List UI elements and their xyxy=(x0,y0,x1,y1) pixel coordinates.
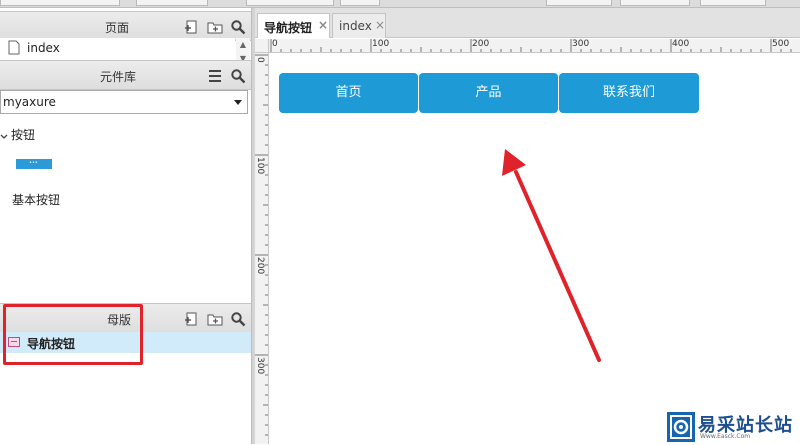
align-buttons[interactable] xyxy=(546,0,612,6)
category-label: 按钮 xyxy=(11,128,36,142)
chevron-down-icon xyxy=(0,129,8,139)
library-select[interactable]: myaxure xyxy=(0,90,248,114)
layout-buttons[interactable] xyxy=(620,0,690,6)
font-size-select[interactable] xyxy=(340,0,380,6)
vertical-ruler-ticks xyxy=(255,54,268,436)
watermark: 易采站长站 Www.Easck.Com xyxy=(664,410,800,444)
ruler-label: 100 xyxy=(255,157,265,175)
ruler-label: 100 xyxy=(372,39,390,49)
ruler-label: 300 xyxy=(255,357,265,375)
add-page-icon[interactable] xyxy=(184,19,200,35)
ruler-corner xyxy=(255,39,269,53)
widget-label[interactable]: 基本按钮 xyxy=(12,191,60,208)
search-icon[interactable] xyxy=(230,311,246,327)
style-buttons[interactable] xyxy=(700,0,766,6)
ruler-label: 200 xyxy=(255,257,265,275)
widget-thumbnail-dots: ••• xyxy=(29,160,38,166)
nav-button-contact[interactable]: 联系我们 xyxy=(559,73,699,113)
search-icon[interactable] xyxy=(230,19,246,35)
ruler-label: 500 xyxy=(772,39,790,49)
close-icon[interactable]: × xyxy=(318,18,328,32)
chevron-down-icon xyxy=(234,100,242,105)
tab-index[interactable]: index × xyxy=(332,13,386,38)
horizontal-ruler-ticks xyxy=(270,39,792,52)
annotation-highlight-box xyxy=(3,304,143,365)
toolbar xyxy=(0,0,800,8)
pages-panel-title: 页面 xyxy=(105,21,130,35)
tab-label: index xyxy=(339,19,372,33)
toolbar-control[interactable] xyxy=(0,0,120,6)
horizontal-ruler: 0 100 200 300 400 500 xyxy=(269,39,800,53)
nav-button-home[interactable]: 首页 xyxy=(279,73,418,113)
font-family-select[interactable] xyxy=(136,0,208,6)
scroll-up-icon[interactable]: ▲ xyxy=(236,38,250,52)
menu-icon[interactable] xyxy=(207,68,223,84)
watermark-logo xyxy=(667,412,695,442)
search-icon[interactable] xyxy=(230,68,246,84)
ruler-label: 0 xyxy=(272,39,278,49)
ruler-label: 400 xyxy=(672,39,690,49)
page-tree-item[interactable]: index xyxy=(0,38,235,58)
font-style-select[interactable] xyxy=(246,0,334,6)
ruler-label: 0 xyxy=(255,57,265,63)
close-icon[interactable]: × xyxy=(375,18,385,32)
library-select-value: myaxure xyxy=(3,95,56,109)
tab-label: 导航按钮 xyxy=(264,21,313,35)
tab-bar: 导航按钮 × index × xyxy=(255,8,800,38)
page-label: index xyxy=(27,41,60,55)
library-panel-header: 元件库 xyxy=(0,60,251,90)
ruler-label: 200 xyxy=(472,39,490,49)
vertical-ruler: 0 100 200 300 xyxy=(255,53,269,444)
ruler-label: 300 xyxy=(572,39,590,49)
add-master-icon[interactable] xyxy=(184,311,200,327)
add-folder-icon[interactable] xyxy=(207,311,223,327)
watermark-url: Www.Easck.Com xyxy=(700,433,751,440)
tab-navigation-button[interactable]: 导航按钮 × xyxy=(257,13,330,38)
left-sidebar: 页面 index ▲ ▼ 元件库 myaxure 按钮 ••• 基本按钮 母版 … xyxy=(0,8,251,444)
add-folder-icon[interactable] xyxy=(207,19,223,35)
pages-panel-header: 页面 xyxy=(0,11,251,41)
library-panel-title: 元件库 xyxy=(100,70,137,84)
widget-thumbnail[interactable]: ••• xyxy=(16,159,52,169)
page-icon xyxy=(8,40,20,55)
nav-button-products[interactable]: 产品 xyxy=(419,73,558,113)
